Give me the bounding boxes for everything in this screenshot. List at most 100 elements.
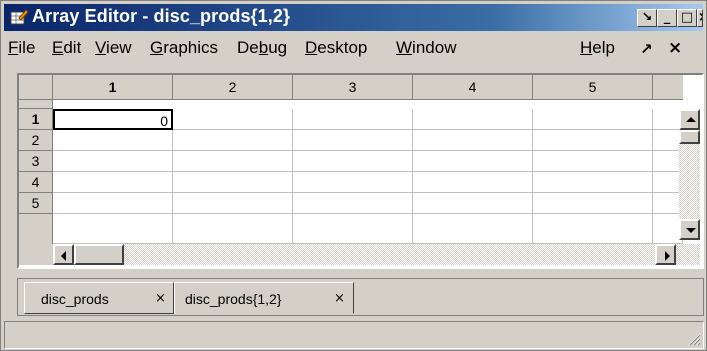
grid-cell[interactable]: [293, 130, 413, 151]
active-cell[interactable]: 0: [53, 109, 173, 130]
menu-desktop[interactable]: Desktop: [305, 38, 367, 58]
tab-disc-prods-1-2-label: disc_prods{1,2}: [185, 291, 282, 307]
grid-corner[interactable]: [19, 75, 53, 100]
grid-cell[interactable]: [53, 151, 173, 172]
array-editor-icon: [10, 9, 28, 25]
grid-cell[interactable]: [533, 193, 653, 214]
tab-disc-prods-1-2[interactable]: disc_prods{1,2} ×: [174, 282, 354, 314]
menu-edit-mnemonic: E: [52, 38, 64, 57]
menu-edit[interactable]: Edit: [52, 38, 81, 58]
grid-cell[interactable]: [533, 151, 653, 172]
menu-edit-label: dit: [63, 38, 82, 57]
minimize-button[interactable]: _: [657, 9, 677, 27]
array-editor-window: Array Editor - disc_prods{1,2} ↘ _ □ × F…: [0, 0, 707, 351]
grid-cell[interactable]: [533, 109, 653, 130]
scroll-down-button[interactable]: [679, 219, 700, 240]
close-document-icon[interactable]: ×: [668, 38, 682, 58]
menu-view-label: iew: [106, 38, 132, 57]
close-button[interactable]: ×: [697, 9, 703, 27]
arrow-right-icon: [665, 251, 670, 261]
grid-cell[interactable]: [53, 193, 173, 214]
column-header-3[interactable]: 3: [293, 75, 413, 100]
arrow-left-icon: [61, 251, 66, 261]
maximize-button[interactable]: □: [677, 9, 697, 27]
window-title: Array Editor - disc_prods{1,2}: [32, 6, 291, 26]
tab-disc-prods-close-icon[interactable]: ×: [155, 291, 166, 306]
row-header-2[interactable]: 2: [19, 130, 53, 151]
vertical-scrollbar[interactable]: [679, 109, 700, 240]
menu-help[interactable]: Help: [580, 38, 615, 58]
title-bar[interactable]: Array Editor - disc_prods{1,2} ↘ _ □ ×: [4, 4, 703, 31]
menu-debug-label: ug: [268, 38, 288, 57]
undock-icon[interactable]: ↗: [640, 40, 653, 58]
grid-cell[interactable]: [413, 151, 533, 172]
menu-window-label: indow: [412, 38, 457, 57]
grid-cell[interactable]: [413, 130, 533, 151]
resize-grip-icon[interactable]: [687, 332, 701, 346]
column-header-1[interactable]: 1: [53, 75, 173, 100]
menu-file[interactable]: File: [8, 38, 35, 58]
grid-cell[interactable]: [173, 214, 293, 244]
tab-disc-prods-1-2-close-icon[interactable]: ×: [334, 291, 345, 306]
grid-cell[interactable]: [293, 214, 413, 244]
menu-view[interactable]: View: [95, 38, 132, 58]
menu-window[interactable]: Window: [396, 38, 456, 58]
menu-debug[interactable]: Debug: [237, 38, 287, 58]
menu-desktop-mnemonic: D: [305, 38, 318, 57]
grid-cell[interactable]: [533, 172, 653, 193]
grid-cell[interactable]: [173, 172, 293, 193]
menu-file-label: ile: [18, 38, 36, 57]
grid-cell[interactable]: [293, 193, 413, 214]
horizontal-scrollbar[interactable]: [53, 244, 700, 265]
horizontal-scroll-thumb[interactable]: [74, 244, 124, 265]
grid-cell[interactable]: [413, 214, 533, 244]
menu-help-mnemonic: H: [580, 38, 593, 57]
menu-graphics-mnemonic: G: [150, 38, 164, 57]
grid-cell[interactable]: [53, 172, 173, 193]
row-header-1[interactable]: 1: [19, 109, 53, 130]
grid-cell[interactable]: [413, 109, 533, 130]
grid-cell[interactable]: [413, 172, 533, 193]
menu-debug-prefix: De: [237, 38, 259, 57]
grid-cell[interactable]: [533, 214, 653, 244]
scroll-left-button[interactable]: [53, 244, 74, 265]
grid-cell[interactable]: [173, 130, 293, 151]
scroll-up-button[interactable]: [679, 109, 700, 130]
grid-cell[interactable]: [173, 151, 293, 172]
grid-cell[interactable]: [413, 193, 533, 214]
scroll-right-button[interactable]: [655, 244, 676, 265]
menu-debug-mnemonic: b: [258, 38, 269, 57]
arrow-down-icon: [686, 228, 696, 233]
grid-cell[interactable]: [53, 214, 173, 244]
column-header-4[interactable]: 4: [413, 75, 533, 100]
menu-desktop-label: esktop: [317, 38, 368, 57]
row-header-overflow: [19, 214, 53, 244]
row-header-4[interactable]: 4: [19, 172, 53, 193]
grid-cell[interactable]: [173, 109, 293, 130]
tab-disc-prods[interactable]: disc_prods ×: [24, 282, 174, 314]
document-tab-bar: disc_prods × disc_prods{1,2} ×: [17, 278, 704, 316]
row-header-5[interactable]: 5: [19, 193, 53, 214]
status-bar: [4, 321, 704, 349]
menu-graphics[interactable]: Graphics: [150, 38, 218, 58]
grid-cell[interactable]: [53, 130, 173, 151]
grid-cell[interactable]: [293, 151, 413, 172]
row-header-gap: [19, 100, 53, 109]
scroll-corner: [19, 244, 53, 265]
dock-button[interactable]: ↘: [637, 9, 657, 27]
grid-cell[interactable]: [173, 193, 293, 214]
menu-graphics-label: raphics: [163, 38, 219, 57]
grid-cell[interactable]: [533, 130, 653, 151]
arrow-up-icon: [686, 117, 696, 122]
grid-cell[interactable]: [293, 109, 413, 130]
vertical-scroll-thumb[interactable]: [679, 130, 700, 144]
column-header-overflow: [653, 75, 683, 100]
tab-disc-prods-label: disc_prods: [41, 291, 109, 307]
row-header-3[interactable]: 3: [19, 151, 53, 172]
array-grid: 1 2 3 4 5 1 2 3 4 5 0: [17, 73, 704, 269]
column-header-2[interactable]: 2: [173, 75, 293, 100]
menu-window-mnemonic: W: [396, 38, 413, 57]
column-header-5[interactable]: 5: [533, 75, 653, 100]
menu-file-mnemonic: F: [8, 38, 19, 57]
grid-cell[interactable]: [293, 172, 413, 193]
